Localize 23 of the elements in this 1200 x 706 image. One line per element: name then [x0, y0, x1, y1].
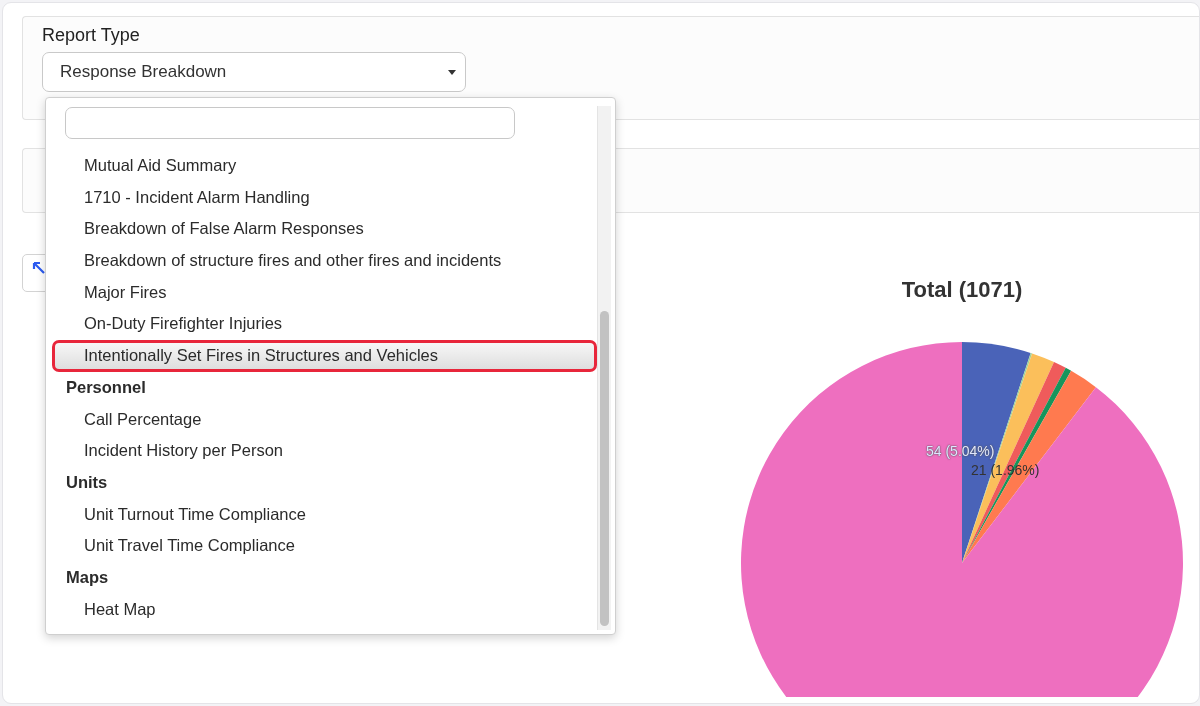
- dropdown-option[interactable]: Unit Travel Time Compliance: [52, 530, 597, 562]
- arrow-icon: [32, 261, 46, 275]
- search-field[interactable]: [65, 107, 515, 139]
- chart-title: Total (1071): [901, 277, 1023, 303]
- group-heading: Maps: [65, 566, 110, 588]
- report-type-select[interactable]: Response Breakdown: [42, 52, 466, 92]
- group-heading: Personnel: [65, 376, 147, 398]
- field-label: Report Type: [42, 25, 140, 46]
- scrollbar-thumb[interactable]: [600, 311, 609, 626]
- dropdown-option[interactable]: Breakdown of structure fires and other fires and incidents: [52, 245, 597, 277]
- dropdown-option[interactable]: Intentionally Set Fires in Structures and Vehicles: [52, 340, 597, 372]
- dropdown-option[interactable]: Breakdown of False Alarm Responses: [52, 213, 597, 246]
- dropdown-option[interactable]: Unit Turnout Time Compliance: [52, 498, 597, 531]
- dropdown-option[interactable]: Mutual Aid Summary: [52, 150, 597, 182]
- dropdown-option[interactable]: 1710 - Incident Alarm Handling: [52, 181, 597, 214]
- dropdown-option[interactable]: Incident History per Person: [52, 435, 597, 467]
- dropdown-option[interactable]: On-Duty Firefighter Injuries: [52, 308, 597, 341]
- scrollbar[interactable]: [597, 106, 611, 630]
- caret-icon: [448, 69, 456, 75]
- dropdown-option[interactable]: Major Fires: [52, 276, 597, 309]
- group-heading: Units: [65, 471, 109, 493]
- dropdown-option[interactable]: Call Percentage: [52, 403, 597, 436]
- dropdown-option[interactable]: Heat Map: [52, 593, 597, 626]
